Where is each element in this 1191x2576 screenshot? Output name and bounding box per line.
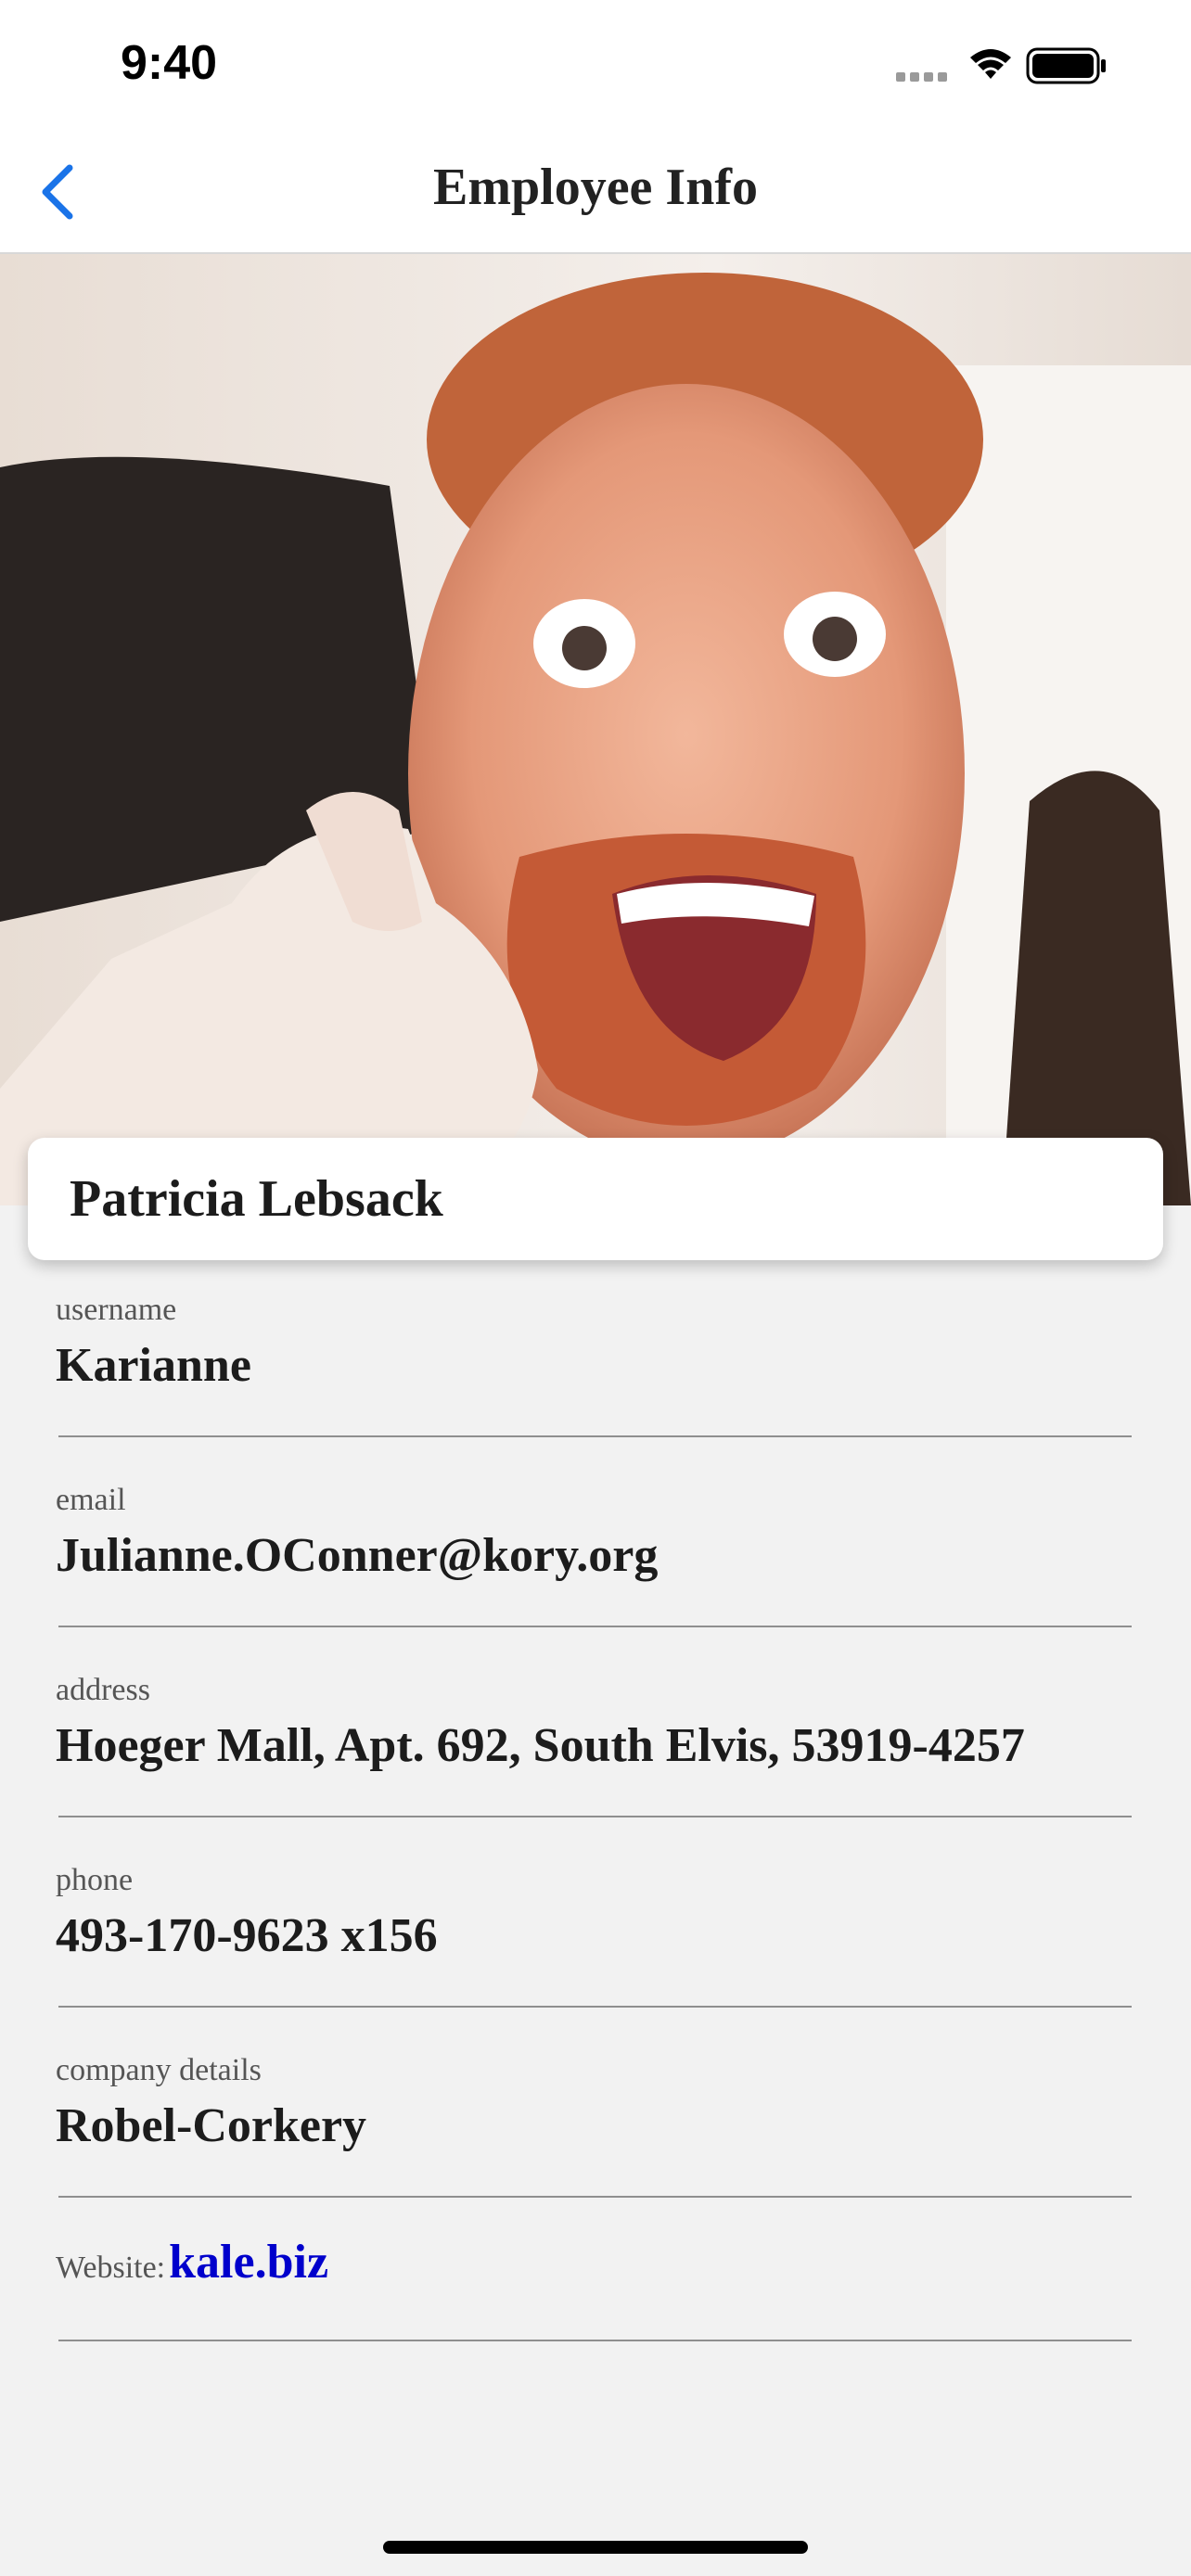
company-field: company details Robel-Corkery xyxy=(56,2052,1132,2156)
field-label: email xyxy=(56,1483,126,1517)
divider xyxy=(58,2196,1132,2198)
status-bar: 9:40 xyxy=(0,0,1191,130)
field-value: Julianne.OConner@kory.org xyxy=(56,1529,659,1582)
wifi-icon xyxy=(970,49,1011,79)
name-card: Patricia Lebsack xyxy=(28,1138,1163,1260)
profile-photo-illustration xyxy=(0,254,1191,1205)
field-value: 493-170-9623 x156 xyxy=(56,1909,438,1962)
divider xyxy=(58,2340,1132,2341)
phone-field: phone 493-170-9623 x156 xyxy=(56,1862,1132,1966)
divider xyxy=(58,1816,1132,1817)
website-link[interactable]: kale.biz xyxy=(169,2236,328,2289)
website-row: Website: kale.biz xyxy=(56,2235,328,2289)
field-label: address xyxy=(56,1673,150,1707)
field-label: username xyxy=(56,1293,177,1327)
status-icons xyxy=(896,45,1119,91)
home-indicator[interactable] xyxy=(383,2541,808,2554)
field-label: phone xyxy=(56,1863,134,1897)
status-time: 9:40 xyxy=(121,36,218,90)
field-value: Robel-Corkery xyxy=(56,2099,367,2152)
field-label: company details xyxy=(56,2053,262,2087)
profile-photo xyxy=(0,254,1191,1205)
page-title: Employee Info xyxy=(433,159,758,216)
website-label: Website: xyxy=(56,2251,166,2285)
cellular-signal-icon xyxy=(896,72,947,82)
field-value: Karianne xyxy=(56,1339,251,1392)
username-field: username Karianne xyxy=(56,1292,1132,1396)
divider xyxy=(58,1435,1132,1437)
divider xyxy=(58,2006,1132,2008)
field-value: Hoeger Mall, Apt. 692, South Elvis, 5391… xyxy=(56,1719,1025,1772)
divider xyxy=(58,1626,1132,1627)
battery-icon xyxy=(1026,47,1106,84)
address-field: address Hoeger Mall, Apt. 692, South Elv… xyxy=(56,1672,1132,1776)
employee-name: Patricia Lebsack xyxy=(70,1170,443,1228)
email-field: email Julianne.OConner@kory.org xyxy=(56,1482,1132,1586)
navigation-bar: Employee Info xyxy=(0,130,1191,254)
